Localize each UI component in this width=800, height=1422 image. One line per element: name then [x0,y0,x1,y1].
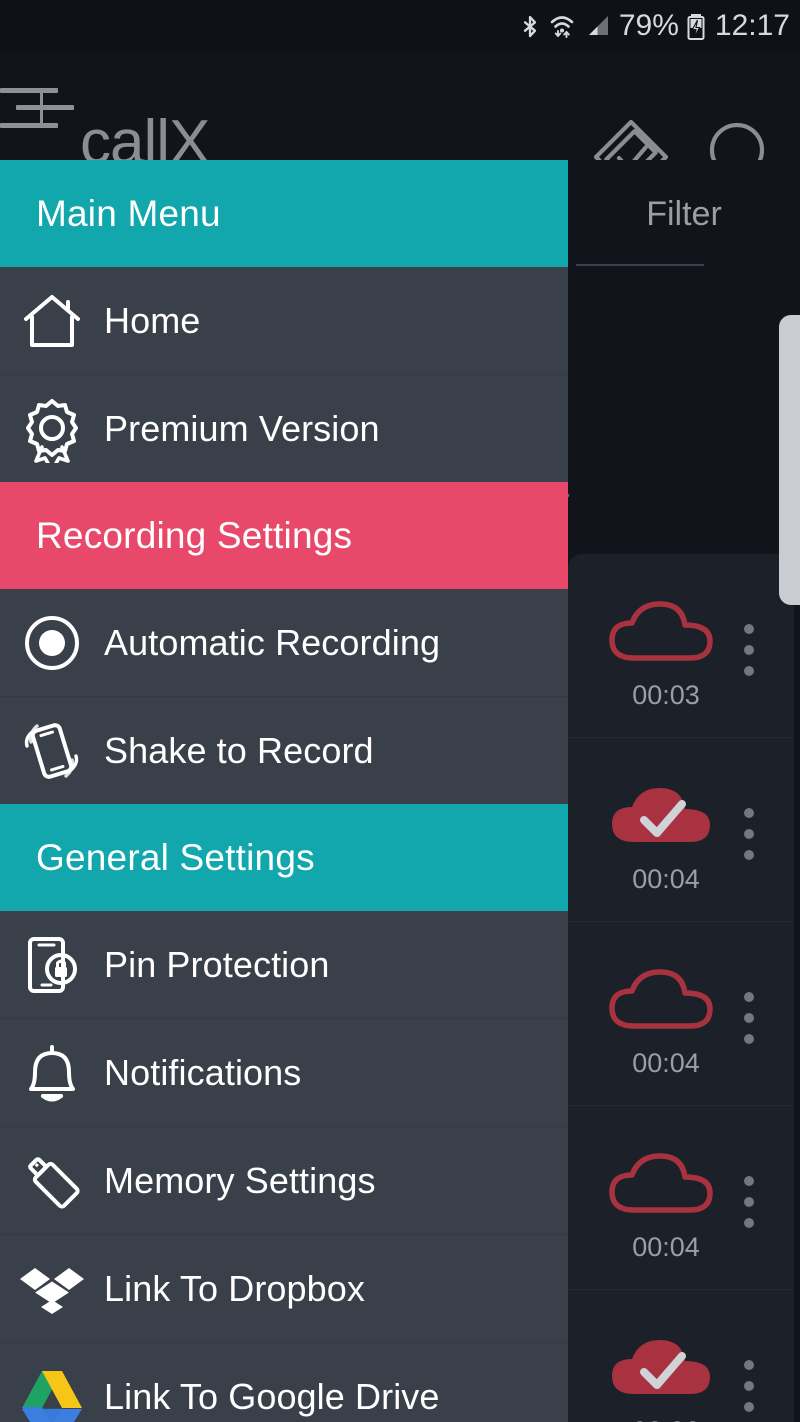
drawer-item-label: Pin Protection [104,943,330,985]
drawer-item-memory-settings[interactable]: Memory Settings [0,1127,568,1235]
battery-charging-icon [687,11,706,41]
drawer-item-label: Premium Version [104,407,380,449]
google-drive-icon [0,1343,104,1422]
drawer-section-header: Main Menu [0,160,568,267]
phone-lock-icon [0,911,104,1018]
drawer-section-title: Main Menu [36,193,221,234]
status-bar-clock: 12:17 [714,9,790,42]
drawer-item-notifications[interactable]: Notifications [0,1019,568,1127]
recording-duration: 00:04 [632,1048,700,1078]
status-bar: 79% 12:17 [0,0,800,52]
tab-filter[interactable]: Filter [568,160,800,268]
recording-row[interactable]: 00:04 [568,921,794,1105]
overflow-menu-icon[interactable] [744,1176,754,1228]
home-icon [0,267,104,374]
drawer-item-link-to-dropbox[interactable]: Link To Dropbox [0,1235,568,1343]
cloud-status-icon[interactable] [606,596,716,671]
recording-row[interactable]: 00:03 [568,554,794,737]
shake-phone-icon [0,697,104,804]
drawer-item-label: Notifications [104,1051,302,1093]
recordings-card: 00:03 00:04 00:04 00:04 00:06 [568,554,794,1422]
tab-filter-label: Filter [646,195,722,233]
phone-screen: 79% 12:17 callX Filter 00:03 00:04 00:04… [0,0,800,1422]
navigation-drawer: Main Menu Home Premium Version Recording … [0,160,568,1422]
wifi-icon [549,11,575,41]
drawer-section-header: Recording Settings [0,482,568,589]
drawer-item-premium-version[interactable]: Premium Version [0,375,568,482]
drawer-item-label: Home [104,299,201,341]
cloud-status-icon[interactable] [606,1148,716,1223]
drawer-section-header: General Settings [0,804,568,911]
recording-duration: 00:04 [632,1232,700,1262]
bell-icon [0,1019,104,1126]
award-ribbon-icon [0,375,104,482]
recording-duration: 00:06 [568,1418,764,1422]
drawer-section-title: General Settings [36,837,315,878]
drawer-item-label: Automatic Recording [104,621,441,663]
drawer-item-pin-protection[interactable]: Pin Protection [0,911,568,1019]
overflow-menu-icon[interactable] [744,992,754,1044]
overflow-menu-icon[interactable] [744,1360,754,1412]
overflow-menu-icon[interactable] [744,624,754,676]
vertical-scrollbar[interactable] [779,315,800,605]
battery-percent: 79% [618,9,679,42]
app-bar: callX [0,52,800,195]
drawer-item-label: Link To Google Drive [104,1375,440,1417]
drawer-item-label: Link To Dropbox [104,1267,365,1309]
drawer-item-label: Memory Settings [104,1159,376,1201]
cloud-status-icon[interactable] [606,1332,716,1407]
drawer-item-label: Shake to Record [104,729,374,771]
drawer-item-automatic-recording[interactable]: Automatic Recording [0,589,568,697]
recording-row[interactable]: 00:06 [568,1289,794,1422]
recording-row[interactable]: 00:04 [568,737,794,921]
drawer-item-shake-to-record[interactable]: Shake to Record [0,697,568,804]
overflow-menu-icon[interactable] [744,808,754,860]
bluetooth-icon [520,11,540,41]
cloud-status-icon[interactable] [606,964,716,1039]
recording-duration: 00:04 [632,864,700,894]
recording-row[interactable]: 00:04 [568,1105,794,1289]
cloud-status-icon[interactable] [606,780,716,855]
tab-divider [576,264,704,266]
cellular-signal-icon [584,11,610,41]
recording-duration: 00:03 [632,680,700,710]
drawer-item-home[interactable]: Home [0,267,568,375]
hamburger-menu-icon[interactable] [0,82,74,134]
drawer-section-title: Recording Settings [36,515,353,556]
dropbox-icon [0,1235,104,1342]
record-dot-icon [0,589,104,696]
drawer-item-link-to-google-drive[interactable]: Link To Google Drive [0,1343,568,1422]
usb-drive-icon [0,1127,104,1234]
